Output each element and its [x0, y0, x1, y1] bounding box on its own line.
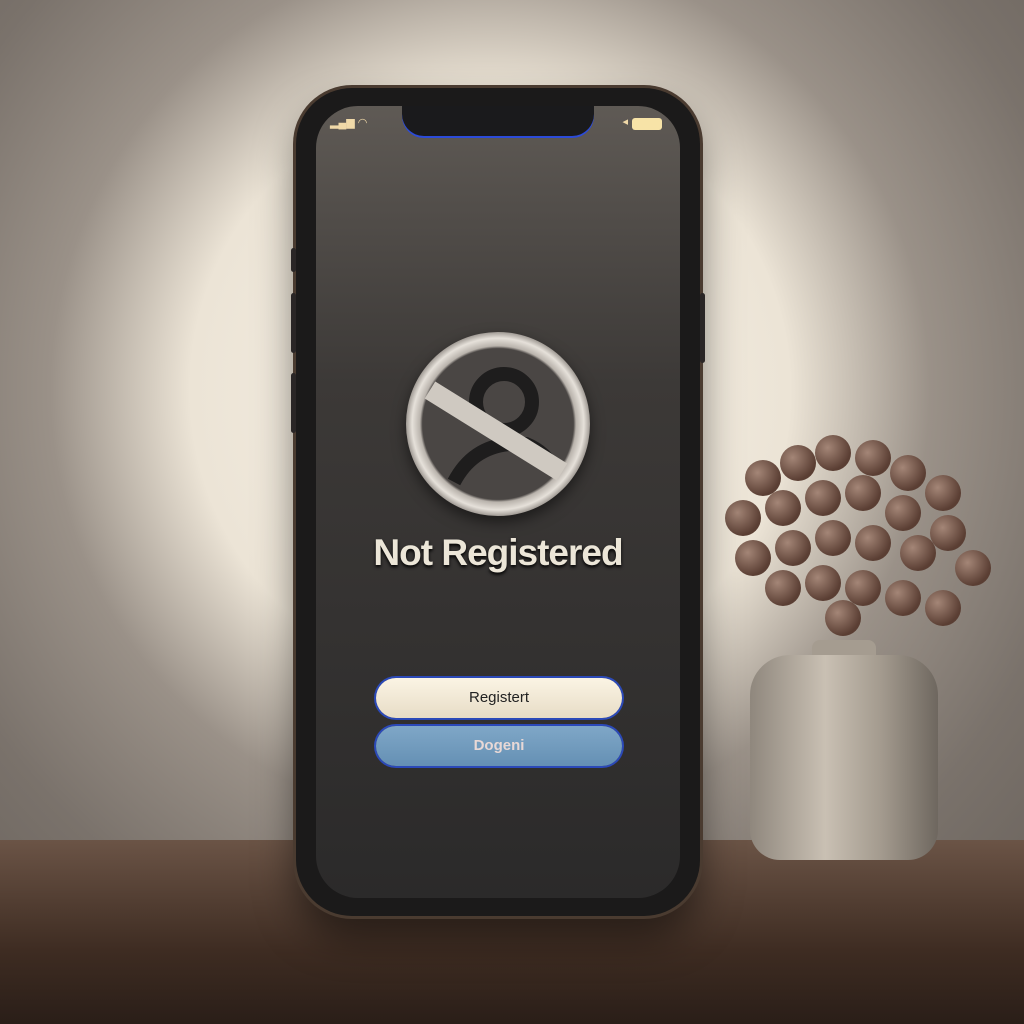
berry	[890, 455, 926, 491]
signal-icon: ▂▄▆	[330, 117, 355, 129]
battery-icon	[632, 118, 662, 130]
berry	[900, 535, 936, 571]
charging-icon: ◂	[622, 116, 628, 128]
berry-plant	[705, 430, 991, 640]
volume-down-button[interactable]	[291, 373, 296, 433]
berry	[855, 525, 891, 561]
phone-screen: ▂▄▆ ◠ ◂ Not Registered Registert Dogeni	[316, 106, 680, 898]
notch	[402, 106, 594, 136]
berry	[925, 475, 961, 511]
berry	[925, 590, 961, 626]
berry	[815, 435, 851, 471]
berry	[885, 495, 921, 531]
berry	[955, 550, 991, 586]
phone: ▂▄▆ ◠ ◂ Not Registered Registert Dogeni	[291, 88, 705, 916]
berry	[930, 515, 966, 551]
signal-wifi-icon: ▂▄▆ ◠	[330, 116, 367, 129]
volume-up-button[interactable]	[291, 293, 296, 353]
berry	[825, 600, 861, 636]
berry	[780, 445, 816, 481]
berry	[775, 530, 811, 566]
berry	[725, 500, 761, 536]
wifi-icon: ◠	[357, 117, 368, 129]
berry	[765, 570, 801, 606]
not-registered-user-icon	[406, 332, 590, 516]
power-button[interactable]	[700, 293, 705, 363]
berry	[845, 475, 881, 511]
berry	[815, 520, 851, 556]
berry	[805, 480, 841, 516]
berry	[885, 580, 921, 616]
secondary-button[interactable]: Dogeni	[376, 726, 622, 766]
berry	[805, 565, 841, 601]
mute-switch[interactable]	[291, 248, 296, 272]
vase	[750, 655, 938, 860]
page-title: Not Registered	[373, 532, 623, 573]
berry	[765, 490, 801, 526]
register-button[interactable]: Registert	[376, 678, 622, 718]
berry	[855, 440, 891, 476]
berry	[735, 540, 771, 576]
